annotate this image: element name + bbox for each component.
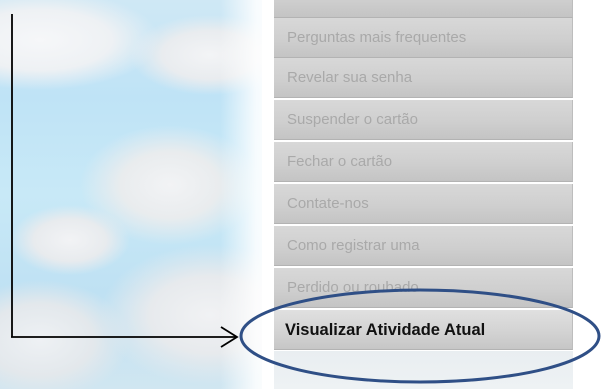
menu-item-label: Contate-nos [287, 195, 369, 212]
menu-item-label: Revelar sua senha [287, 69, 413, 86]
menu-item-contact[interactable]: Contate-nos [274, 184, 573, 224]
menu-item-partial[interactable] [274, 0, 573, 18]
menu-bottom-area [274, 351, 573, 389]
menu-item-view-activity[interactable]: Visualizar Atividade Atual [274, 310, 573, 350]
menu-item-label: Perdido ou roubado [287, 279, 419, 296]
menu-item-close-card[interactable]: Fechar o cartão [274, 142, 573, 182]
menu-item-suspend-card[interactable]: Suspender o cartão [274, 100, 573, 140]
menu-item-faq[interactable]: Perguntas mais frequentes [274, 18, 573, 58]
menu-item-label: Perguntas mais frequentes [287, 29, 467, 46]
menu-item-label: Fechar o cartão [287, 153, 393, 170]
map-fade [220, 0, 280, 389]
menu-item-lost-stolen[interactable]: Perdido ou roubado [274, 268, 573, 308]
side-menu: Perguntas mais frequentes Revelar sua se… [274, 0, 574, 389]
menu-item-label: Suspender o cartão [287, 111, 418, 128]
menu-item-label: Como registrar uma [287, 237, 420, 254]
menu-item-register[interactable]: Como registrar uma [274, 226, 573, 266]
menu-item-label: Visualizar Atividade Atual [285, 321, 486, 339]
menu-item-reveal-password[interactable]: Revelar sua senha [274, 58, 573, 98]
